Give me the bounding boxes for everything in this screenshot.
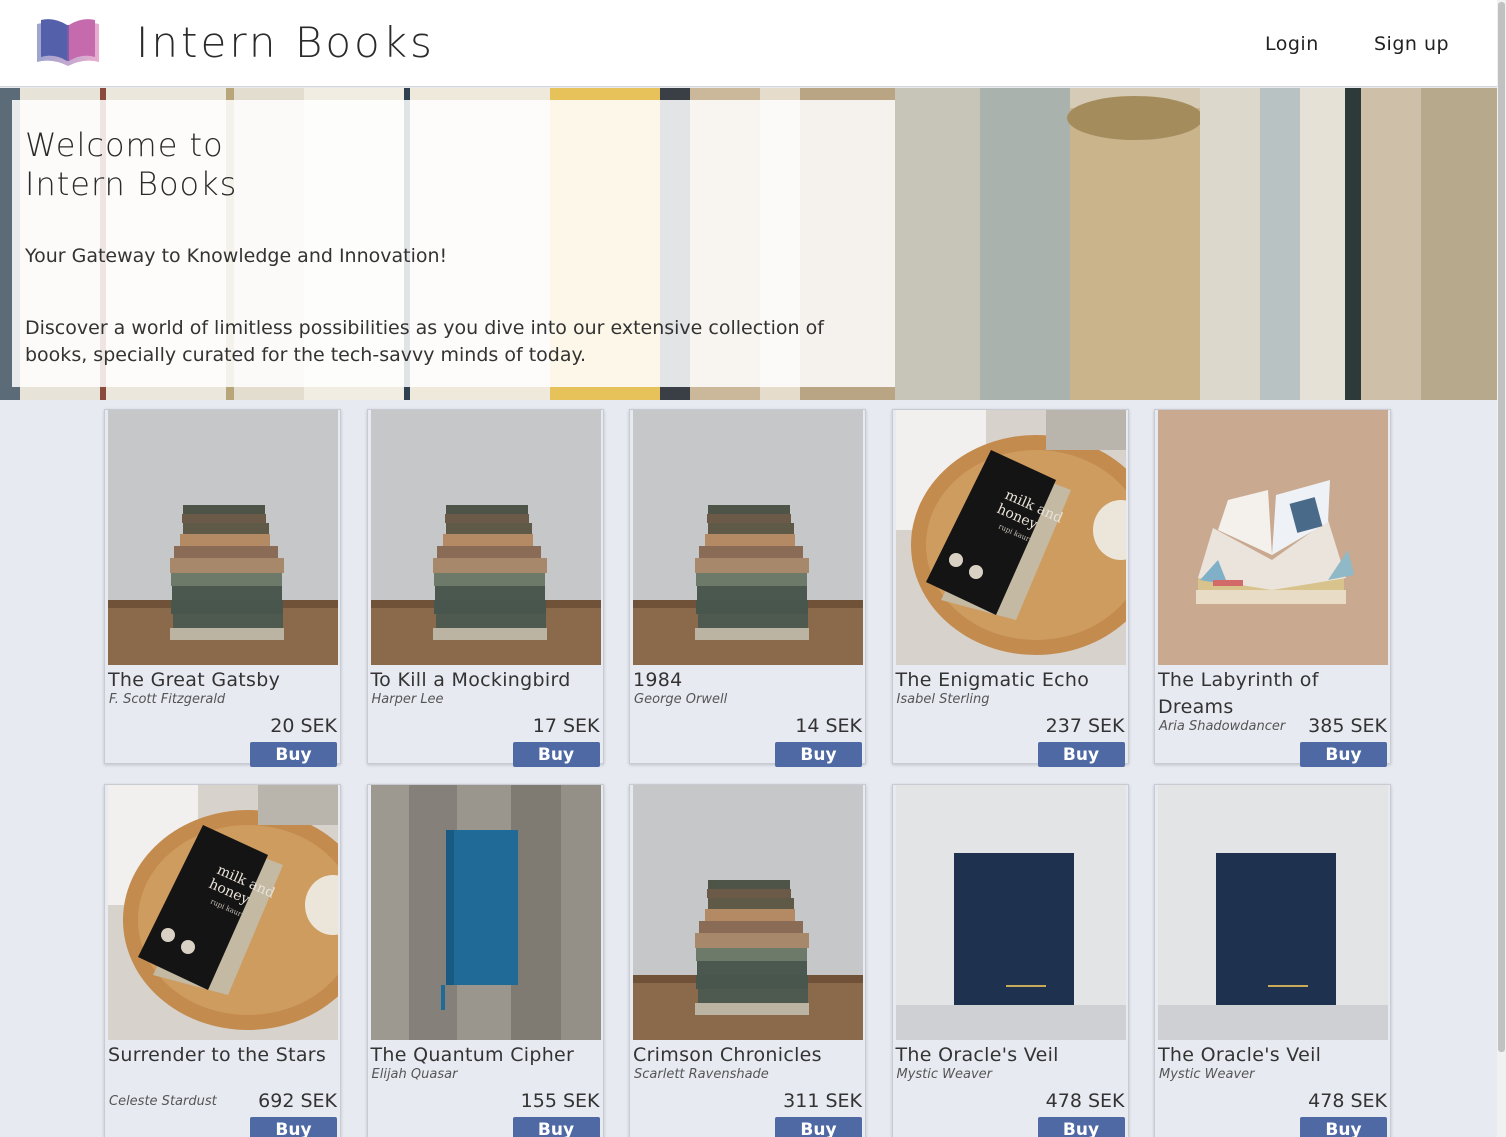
open-book-logo-icon[interactable] [34, 16, 102, 68]
book-price: 14 SEK [795, 715, 862, 737]
signup-link[interactable]: Sign up [1374, 33, 1449, 55]
book-title[interactable]: The Oracle's Veil [896, 1042, 1118, 1069]
hero-title: Welcome to Intern Books [25, 126, 237, 204]
book-title[interactable]: 1984 [633, 667, 855, 694]
book-price: 17 SEK [532, 715, 600, 737]
buy-button[interactable]: Buy [1037, 742, 1125, 767]
book-author: Isabel Sterling [896, 692, 990, 707]
book-price: 478 SEK [1045, 1090, 1125, 1112]
site-brand-title[interactable]: Intern Books [136, 18, 435, 67]
book-title[interactable]: The Great Gatsby [108, 667, 330, 694]
book-price: 478 SEK [1308, 1090, 1387, 1112]
book-title[interactable]: The Labyrinth of Dreams [1158, 667, 1380, 721]
book-title[interactable]: The Quantum Cipher [371, 1042, 593, 1069]
book-card[interactable]: The Oracle's Veil Mystic Weaver 478 SEK … [1154, 784, 1391, 1137]
book-author: Celeste Stardust [109, 1094, 217, 1109]
buy-button[interactable]: Buy [775, 1117, 862, 1137]
book-cover-image[interactable] [1158, 410, 1388, 665]
book-price: 155 SEK [520, 1090, 600, 1112]
book-cover-image[interactable] [633, 410, 863, 665]
book-price: 311 SEK [783, 1090, 862, 1112]
hero-banner: Welcome to Intern Books Your Gateway to … [0, 88, 1497, 400]
book-price: 20 SEK [270, 715, 337, 737]
book-card[interactable]: The Labyrinth of Dreams Aria Shadowdance… [1154, 409, 1391, 767]
hero-text-panel: Welcome to Intern Books Your Gateway to … [12, 100, 895, 387]
book-cover-image[interactable]: milk and honey rupi kaur [895, 410, 1126, 665]
book-author: Mystic Weaver [896, 1067, 993, 1082]
book-card[interactable]: The Quantum Cipher Elijah Quasar 155 SEK… [366, 784, 604, 1137]
book-price: 385 SEK [1308, 715, 1387, 737]
hero-tagline: Your Gateway to Knowledge and Innovation… [25, 245, 448, 267]
book-author: Aria Shadowdancer [1159, 719, 1286, 734]
book-grid: The Great Gatsby F. Scott Fitzgerald 20 … [104, 409, 1391, 1137]
book-card[interactable]: The Oracle's Veil Mystic Weaver 478 SEK … [891, 784, 1129, 1137]
book-title[interactable]: The Oracle's Veil [1158, 1042, 1380, 1069]
buy-button[interactable]: Buy [1300, 1117, 1387, 1137]
book-title[interactable]: Crimson Chronicles [633, 1042, 855, 1069]
book-cover-image[interactable] [370, 410, 601, 665]
buy-button[interactable]: Buy [512, 742, 600, 767]
buy-button[interactable]: Buy [775, 742, 862, 767]
book-card[interactable]: Crimson Chronicles Scarlett Ravenshade 3… [629, 784, 866, 1137]
buy-button[interactable]: Buy [512, 1117, 600, 1137]
book-card[interactable]: The Great Gatsby F. Scott Fitzgerald 20 … [104, 409, 341, 767]
book-card[interactable]: milk and honey rupi kaur Surrender to th… [104, 784, 341, 1137]
scrollbar-thumb[interactable] [1498, 2, 1505, 1052]
buy-button[interactable]: Buy [1300, 742, 1387, 767]
book-price: 237 SEK [1045, 715, 1125, 737]
book-cover-image[interactable]: milk and honey rupi kaur [108, 785, 338, 1040]
book-card[interactable]: milk and honey rupi kaur The Enigmatic E… [891, 409, 1129, 767]
book-card[interactable]: To Kill a Mockingbird Harper Lee 17 SEK … [366, 409, 604, 767]
book-title[interactable]: The Enigmatic Echo [896, 667, 1118, 694]
buy-button[interactable]: Buy [250, 742, 337, 767]
book-author: F. Scott Fitzgerald [109, 692, 226, 707]
hero-title-line1: Welcome to [25, 126, 224, 164]
book-cover-image[interactable] [633, 785, 863, 1040]
book-author: Elijah Quasar [371, 1067, 458, 1082]
hero-description: Discover a world of limitless possibilit… [25, 317, 824, 366]
buy-button[interactable]: Buy [250, 1117, 337, 1137]
buy-button[interactable]: Buy [1037, 1117, 1125, 1137]
book-title[interactable]: Surrender to the Stars [108, 1042, 330, 1069]
book-cover-image[interactable] [370, 785, 601, 1040]
book-author: Mystic Weaver [1159, 1067, 1255, 1082]
hero-title-line2: Intern Books [25, 165, 238, 203]
login-link[interactable]: Login [1265, 33, 1319, 55]
book-cover-image[interactable] [1158, 785, 1388, 1040]
book-author: Harper Lee [371, 692, 444, 707]
book-author: Scarlett Ravenshade [634, 1067, 769, 1082]
book-author: George Orwell [634, 692, 728, 707]
book-cover-image[interactable] [895, 785, 1126, 1040]
book-price: 692 SEK [258, 1090, 337, 1112]
page-scrollbar[interactable] [1497, 0, 1506, 1137]
book-title[interactable]: To Kill a Mockingbird [371, 667, 593, 694]
book-cover-image[interactable] [108, 410, 338, 665]
top-header: Intern Books Login Sign up [0, 0, 1497, 87]
book-card[interactable]: 1984 George Orwell 14 SEK Buy [629, 409, 866, 767]
